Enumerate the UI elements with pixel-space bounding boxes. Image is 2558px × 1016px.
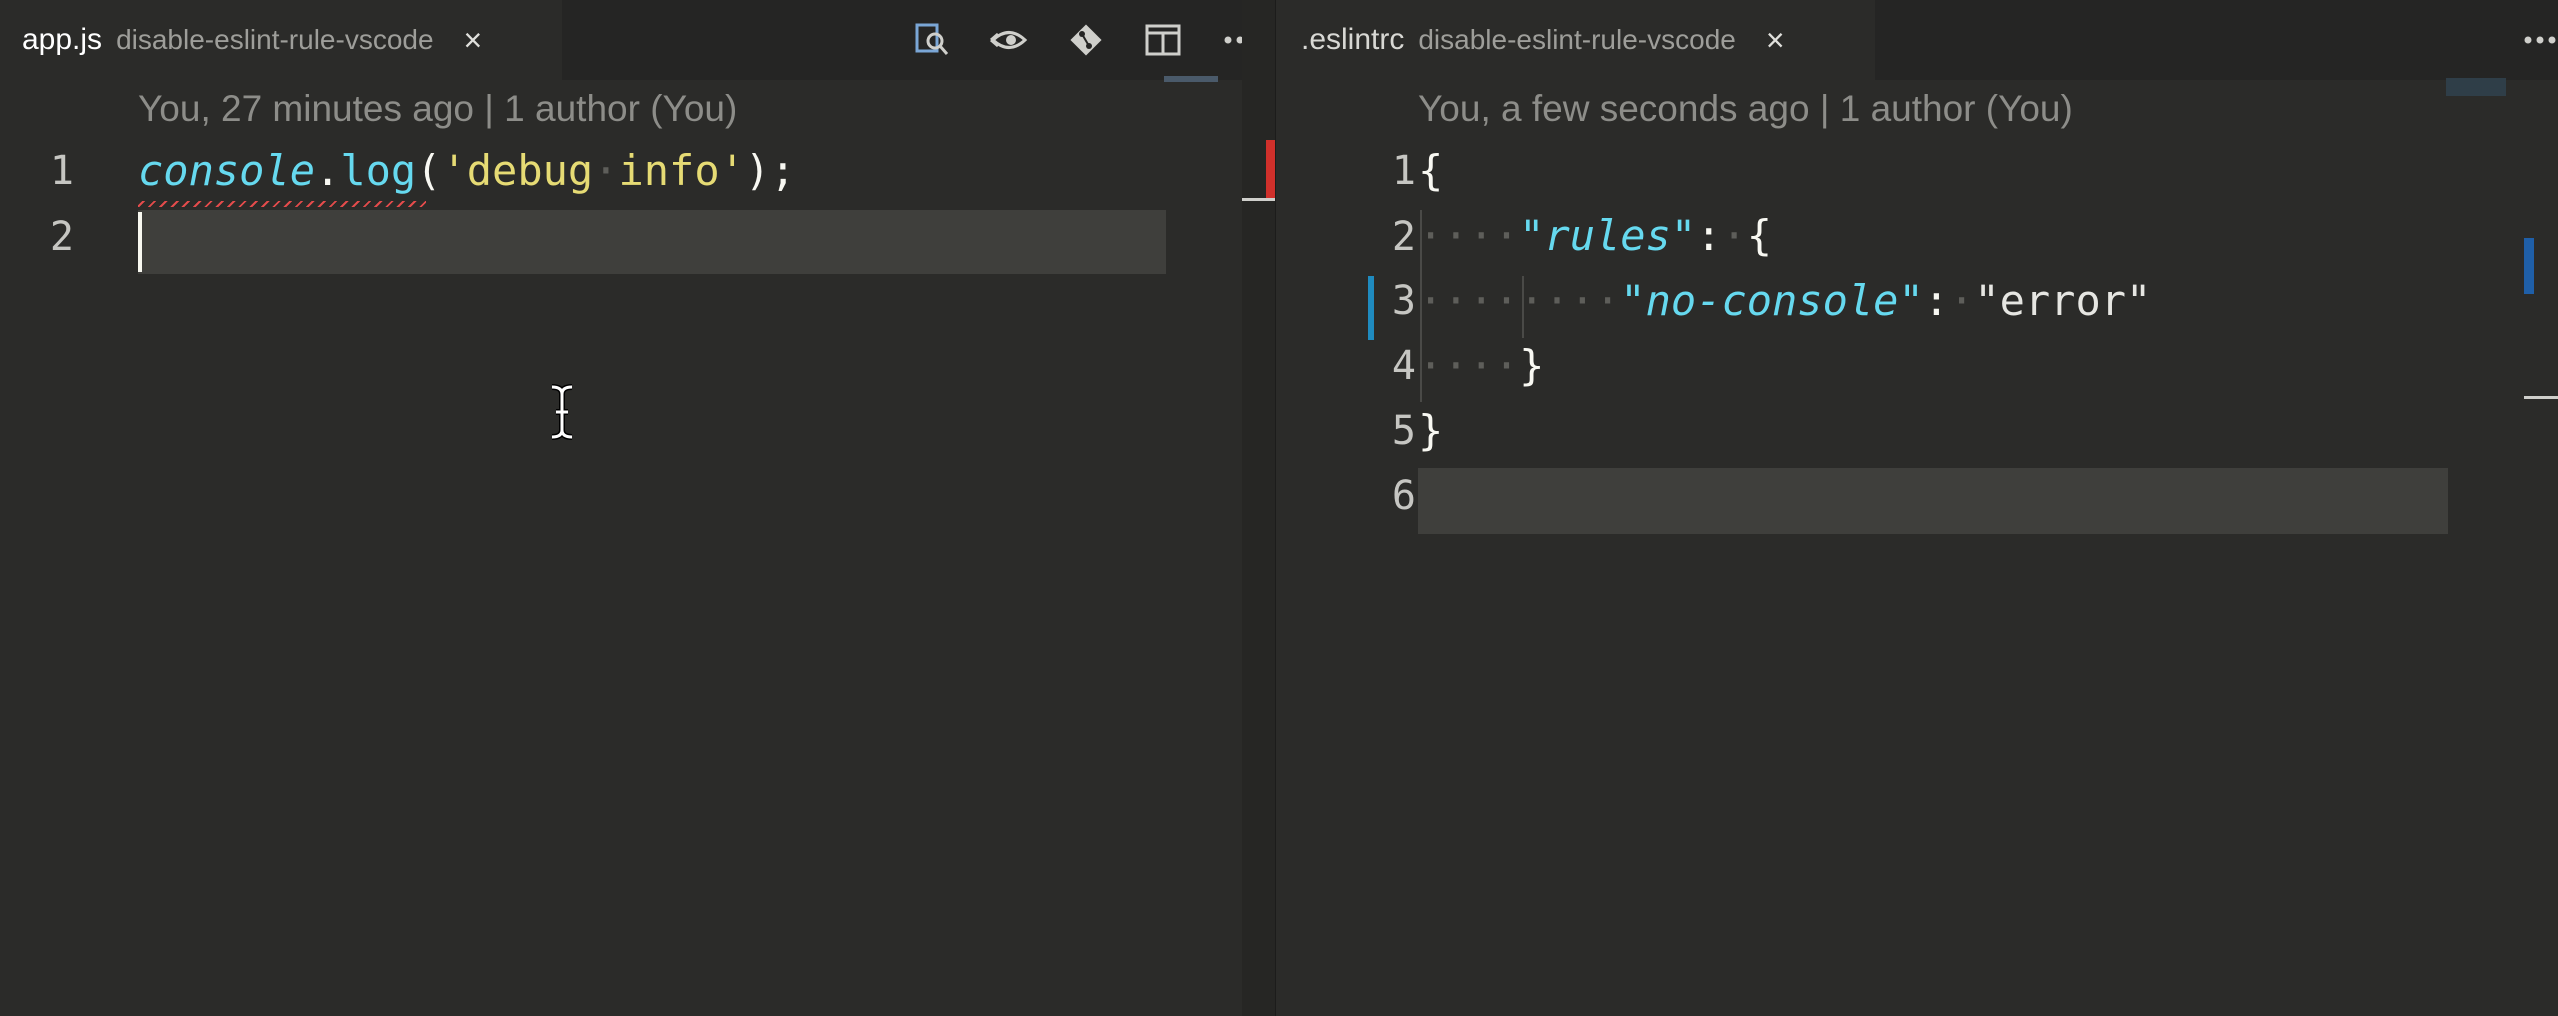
code-line-1[interactable]: console.log('debug·info');	[138, 146, 796, 195]
code-line-5[interactable]: }	[1418, 406, 1443, 455]
git-blame-annotation: You, 27 minutes ago | 1 author (You)	[138, 88, 738, 129]
i-beam-pointer-icon	[548, 384, 576, 445]
whitespace-dots: ····	[1418, 341, 1520, 390]
token-brace: {	[1746, 211, 1773, 260]
token-dot: .	[315, 146, 341, 195]
line-number: 2	[49, 214, 74, 260]
left-tab-bar: app.js disable-eslint-rule-vscode ×	[0, 0, 1242, 80]
right-editor-pane: .eslintrc disable-eslint-rule-vscode × Y…	[1276, 0, 2558, 1016]
whitespace-dot: ·	[1721, 211, 1747, 260]
token-brace: }	[1519, 341, 1545, 390]
line-number: 4	[1391, 343, 1416, 389]
view-history-icon[interactable]	[982, 13, 1036, 67]
editor-actions	[882, 0, 1242, 80]
token-colon: :	[1696, 211, 1722, 260]
line-number: 1	[49, 148, 74, 194]
tab-filename: .eslintrc	[1301, 23, 1405, 56]
token-log: log	[340, 146, 417, 195]
open-changes-icon[interactable]	[905, 13, 959, 67]
whitespace-dots: ········	[1418, 276, 1621, 325]
editor-actions	[2490, 0, 2558, 80]
current-line-highlight	[138, 210, 1166, 274]
code-line-3[interactable]: ········"no-console":·"error"	[1418, 276, 2151, 325]
eslint-error-squiggle[interactable]	[138, 201, 426, 207]
code-line-2[interactable]: ····"rules":·{	[1418, 211, 1772, 260]
more-actions-icon[interactable]	[1213, 13, 1242, 67]
right-tab-bar: .eslintrc disable-eslint-rule-vscode ×	[1276, 0, 2558, 80]
token-brace: {	[1418, 146, 1444, 195]
git-compare-icon[interactable]	[1059, 13, 1113, 67]
line-number: 3	[1391, 278, 1416, 324]
code-line-1[interactable]: {	[1418, 146, 1443, 195]
code-line-4[interactable]: ····}	[1418, 341, 1544, 390]
cursor-position-marker	[1242, 198, 1276, 201]
line-number: 5	[1391, 408, 1416, 454]
token-colon: :	[1923, 276, 1950, 325]
git-blame-annotation: You, a few seconds ago | 1 author (You)	[1418, 88, 2073, 129]
left-editor-pane: app.js disable-eslint-rule-vscode × You,…	[0, 0, 1242, 1016]
split-editor-icon[interactable]	[1136, 13, 1190, 67]
whitespace-dots: ····	[1418, 211, 1520, 260]
line-number: 2	[1391, 214, 1416, 260]
tab-app-js[interactable]: app.js disable-eslint-rule-vscode ×	[0, 0, 562, 80]
more-actions-icon[interactable]	[2513, 13, 2558, 67]
token-console: console	[138, 146, 316, 195]
token-open-paren: (	[416, 146, 442, 195]
token-key: "no-console"	[1620, 276, 1924, 325]
token-brace: }	[1418, 406, 1444, 455]
tab-filename: app.js	[22, 23, 103, 56]
token-close: );	[744, 146, 796, 195]
cursor-position-marker	[2524, 396, 2558, 399]
close-tab-icon[interactable]: ×	[464, 22, 483, 59]
line-number: 6	[1391, 473, 1416, 519]
whitespace-dot: ·	[1949, 276, 1975, 325]
token-string: info'	[618, 146, 745, 195]
current-line-highlight	[1418, 468, 2448, 534]
token-string: 'debug	[441, 146, 594, 195]
tab-folder: disable-eslint-rule-vscode	[116, 24, 434, 55]
tab-folder: disable-eslint-rule-vscode	[1418, 24, 1736, 55]
line-number: 1	[1391, 148, 1416, 194]
token-key: "rules"	[1519, 211, 1697, 260]
tab-eslintrc[interactable]: .eslintrc disable-eslint-rule-vscode ×	[1276, 0, 1875, 80]
git-modified-marker	[2524, 238, 2534, 294]
close-tab-icon[interactable]: ×	[1766, 22, 1785, 59]
minimap[interactable]	[2446, 78, 2506, 96]
text-cursor	[138, 212, 142, 272]
token-value: "error"	[1974, 276, 2152, 325]
whitespace-dot: ·	[593, 146, 619, 195]
minimap[interactable]	[1164, 76, 1218, 82]
